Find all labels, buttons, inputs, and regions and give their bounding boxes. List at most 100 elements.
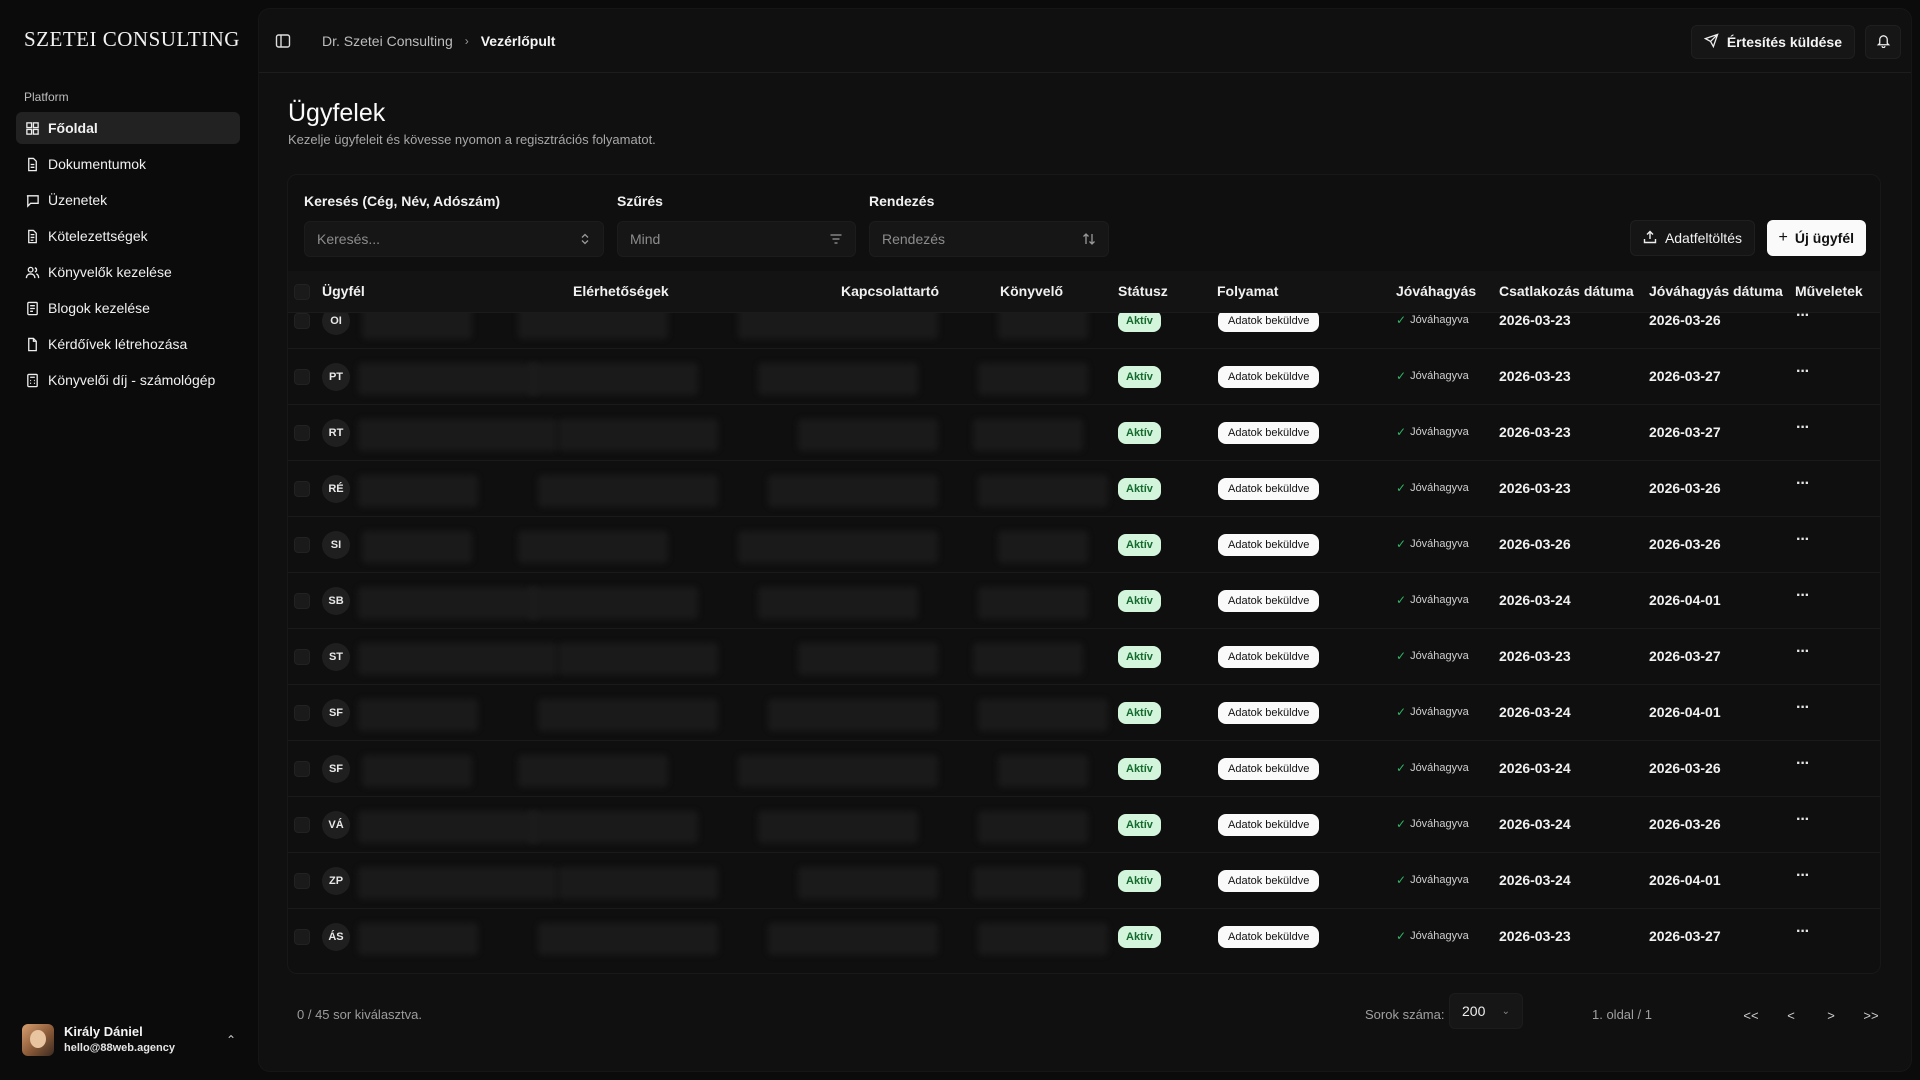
sort-select[interactable]: Rendezés [869, 221, 1109, 257]
row-checkbox[interactable] [294, 369, 310, 385]
select-all-checkbox[interactable] [294, 284, 310, 300]
status-badge: Aktív [1118, 313, 1161, 332]
sidebar-item-fooldal[interactable]: Főoldal [16, 112, 240, 144]
row-checkbox[interactable] [294, 313, 310, 329]
user-email: hello@88web.agency [64, 1042, 175, 1054]
sidebar-item-szamologep[interactable]: Könyvelői díj - számológép [16, 364, 240, 396]
table-row[interactable]: SF Aktív Adatok beküldve ✓ Jóváhagyva 2026-03… [288, 741, 1880, 797]
row-checkbox[interactable] [294, 481, 310, 497]
table-row[interactable]: OI Aktív Adatok beküldve ✓ Jóváhagyva 2026-03… [288, 313, 1880, 349]
table-row[interactable]: RT Aktív Adatok beküldve ✓ Jóváhagyva 2026-03… [288, 405, 1880, 461]
table-row[interactable]: RÉ Aktív Adatok beküldve ✓ Jóváhagyva 2026-03… [288, 461, 1880, 517]
more-actions-icon[interactable]: ··· [1796, 923, 1810, 941]
col-joined[interactable]: Csatlakozás dátuma [1499, 283, 1634, 299]
row-checkbox[interactable] [294, 649, 310, 665]
approval-label: Jóváhagyva [1410, 426, 1469, 438]
notifications-button[interactable] [1865, 25, 1901, 59]
redacted-cell [973, 643, 1083, 675]
filter-select[interactable]: Mind [617, 221, 856, 257]
row-checkbox[interactable] [294, 425, 310, 441]
col-contact-person[interactable]: Kapcsolattartó [841, 283, 939, 299]
table-row[interactable]: ÁS Aktív Adatok beküldve ✓ Jóváhagyva 2026-03… [288, 909, 1880, 963]
sidebar-item-konyvelok[interactable]: Könyvelők kezelése [16, 256, 240, 288]
col-client[interactable]: Ügyfél [322, 283, 365, 299]
redacted-cell [758, 811, 918, 843]
approved-date: 2026-03-26 [1649, 816, 1721, 832]
avatar [22, 1024, 54, 1056]
approval-status: ✓ Jóváhagyva [1396, 817, 1469, 831]
sidebar-item-blogok[interactable]: Blogok kezelése [16, 292, 240, 324]
col-accountant[interactable]: Könyvelő [1000, 283, 1063, 299]
filter-label: Szűrés [617, 193, 663, 209]
client-initials: OI [322, 313, 350, 335]
next-page-button[interactable]: > [1815, 999, 1847, 1031]
more-actions-icon[interactable]: ··· [1796, 587, 1810, 605]
row-checkbox[interactable] [294, 929, 310, 945]
table-row[interactable]: ZP Aktív Adatok beküldve ✓ Jóváhagyva 2026-03… [288, 853, 1880, 909]
logo[interactable]: SZETEI CONSULTING [24, 27, 240, 52]
chevron-updown-icon: ⌃ [225, 1033, 236, 1047]
redacted-cell [998, 531, 1088, 563]
table-row[interactable]: VÁ Aktív Adatok beküldve ✓ Jóváhagyva 2026-03… [288, 797, 1880, 853]
col-status[interactable]: Státusz [1118, 283, 1168, 299]
search-input[interactable]: Keresés... [304, 221, 604, 257]
approval-label: Jóváhagyva [1410, 818, 1469, 830]
row-checkbox[interactable] [294, 761, 310, 777]
more-actions-icon[interactable]: ··· [1796, 643, 1810, 661]
approved-date: 2026-03-26 [1649, 760, 1721, 776]
more-actions-icon[interactable]: ··· [1796, 531, 1810, 549]
row-checkbox[interactable] [294, 537, 310, 553]
check-icon: ✓ [1396, 481, 1407, 495]
more-actions-icon[interactable]: ··· [1796, 699, 1810, 717]
breadcrumb-parent[interactable]: Dr. Szetei Consulting [322, 33, 453, 49]
redacted-cell [358, 699, 478, 731]
check-icon: ✓ [1396, 369, 1407, 383]
send-notification-button[interactable]: Értesítés küldése [1690, 25, 1855, 59]
row-checkbox[interactable] [294, 593, 310, 609]
col-flow[interactable]: Folyamat [1217, 283, 1278, 299]
table-row[interactable]: PT Aktív Adatok beküldve ✓ Jóváhagyva 2026-03… [288, 349, 1880, 405]
col-approved[interactable]: Jóváhagyás dátuma [1649, 283, 1783, 299]
sidebar-item-kotelezettsegek[interactable]: Kötelezettségek [16, 220, 240, 252]
table-row[interactable]: SF Aktív Adatok beküldve ✓ Jóváhagyva 2026-03… [288, 685, 1880, 741]
prev-page-button[interactable]: < [1775, 999, 1807, 1031]
table-row[interactable]: SI Aktív Adatok beküldve ✓ Jóváhagyva 2026-03… [288, 517, 1880, 573]
sidebar-item-label: Könyvelők kezelése [48, 264, 172, 280]
sidebar-item-uzenetek[interactable]: Üzenetek [16, 184, 240, 216]
rows-per-page-select[interactable]: 200 ⌄ [1449, 993, 1523, 1029]
col-contacts[interactable]: Elérhetőségek [573, 283, 669, 299]
last-page-button[interactable]: >> [1855, 999, 1887, 1031]
row-checkbox[interactable] [294, 705, 310, 721]
client-initials: RÉ [322, 475, 350, 503]
sidebar-toggle-icon[interactable] [275, 33, 291, 49]
table-row[interactable]: ST Aktív Adatok beküldve ✓ Jóváhagyva 2026-03… [288, 629, 1880, 685]
client-initials: ZP [322, 867, 350, 895]
row-checkbox[interactable] [294, 873, 310, 889]
sidebar-item-kerdoivek[interactable]: Kérdőívek létrehozása [16, 328, 240, 360]
more-actions-icon[interactable]: ··· [1796, 867, 1810, 885]
col-approval[interactable]: Jóváhagyás [1396, 283, 1476, 299]
more-actions-icon[interactable]: ··· [1796, 475, 1810, 493]
filter-value: Mind [630, 231, 661, 247]
more-actions-icon[interactable]: ··· [1796, 755, 1810, 773]
approval-status: ✓ Jóváhagyva [1396, 425, 1469, 439]
row-checkbox[interactable] [294, 817, 310, 833]
approval-label: Jóváhagyva [1410, 594, 1469, 606]
document-icon [24, 300, 40, 316]
more-actions-icon[interactable]: ··· [1796, 419, 1810, 437]
more-actions-icon[interactable]: ··· [1796, 363, 1810, 381]
user-menu[interactable]: Király Dániel hello@88web.agency ⌃ [22, 1020, 236, 1060]
first-page-button[interactable]: << [1735, 999, 1767, 1031]
redacted-cell [358, 811, 538, 843]
redacted-cell [798, 643, 938, 675]
more-actions-icon[interactable]: ··· [1796, 811, 1810, 829]
sidebar-item-dokumentumok[interactable]: Dokumentumok [16, 148, 240, 180]
redacted-cell [978, 475, 1108, 507]
topbar: Dr. Szetei Consulting › Vezérlőpult Érte… [259, 9, 1911, 73]
more-actions-icon[interactable]: ··· [1796, 313, 1810, 325]
client-initials: RT [322, 419, 350, 447]
new-client-button[interactable]: + Új ügyfél [1766, 220, 1866, 256]
flow-badge: Adatok beküldve [1218, 870, 1320, 892]
table-row[interactable]: SB Aktív Adatok beküldve ✓ Jóváhagyva 2026-03… [288, 573, 1880, 629]
upload-button[interactable]: Adatfeltöltés [1629, 220, 1755, 256]
